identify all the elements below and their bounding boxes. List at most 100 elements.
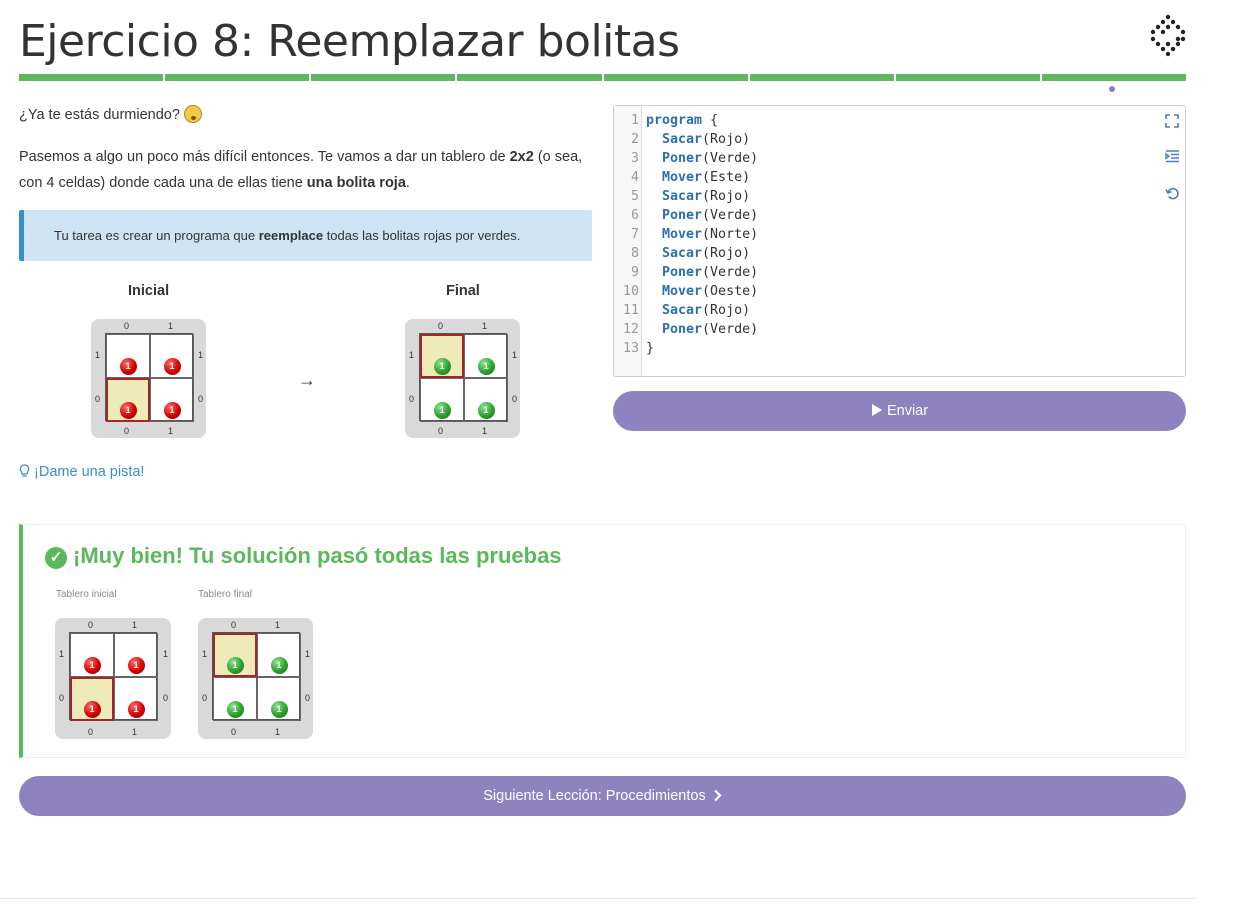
board-cell-head: 1 bbox=[212, 632, 257, 677]
hint-link[interactable]: ¡Dame una pista! bbox=[19, 464, 144, 480]
line-number: 5 bbox=[630, 189, 639, 204]
code-text[interactable]: program { bbox=[646, 111, 718, 130]
board-axis-label: 1 bbox=[409, 350, 415, 360]
board-axis-label: 1 bbox=[168, 426, 174, 436]
board-axis-label: 0 bbox=[88, 620, 94, 630]
board-grid: 1 1 1 1 bbox=[105, 333, 194, 422]
green-ball: 1 bbox=[477, 401, 495, 419]
code-text[interactable]: Sacar(Rojo) bbox=[646, 187, 750, 206]
final-board-label: Final bbox=[446, 283, 480, 299]
board-axis-label: 0 bbox=[88, 727, 94, 737]
code-args: (Verde) bbox=[702, 208, 759, 223]
code-text[interactable]: Mover(Oeste) bbox=[646, 282, 758, 301]
intro-text: ¿Ya te estás durmiendo? bbox=[19, 102, 202, 128]
code-args: (Verde) bbox=[702, 322, 759, 337]
code-line[interactable]: 8 Sacar(Rojo) bbox=[614, 244, 750, 263]
code-text[interactable]: Mover(Este) bbox=[646, 168, 750, 187]
code-text[interactable]: Sacar(Rojo) bbox=[646, 244, 750, 263]
code-line[interactable]: 9 Poner(Verde) bbox=[614, 263, 758, 282]
code-args: (Este) bbox=[702, 170, 751, 185]
check-circle-icon: ✓ bbox=[45, 547, 67, 569]
board-axis-label: 1 bbox=[275, 727, 281, 737]
code-line[interactable]: 11 Sacar(Rojo) bbox=[614, 301, 750, 320]
red-ball: 1 bbox=[119, 357, 137, 375]
code-text[interactable]: Poner(Verde) bbox=[646, 320, 758, 339]
fullscreen-icon[interactable] bbox=[1163, 114, 1181, 132]
code-line[interactable]: 13} bbox=[614, 339, 654, 358]
indent-icon[interactable] bbox=[1163, 150, 1181, 168]
code-args: (Oeste) bbox=[702, 284, 759, 299]
progress-segment[interactable] bbox=[311, 74, 456, 81]
line-number: 8 bbox=[630, 246, 639, 261]
code-line[interactable]: 4 Mover(Este) bbox=[614, 168, 750, 187]
code-keyword: Mover bbox=[646, 284, 703, 299]
line-number: 7 bbox=[630, 227, 639, 242]
code-line[interactable]: 1 program { bbox=[614, 111, 718, 130]
board-grid: 1 1 1 1 bbox=[419, 333, 508, 422]
board-axis-label: 1 bbox=[482, 321, 488, 331]
send-button[interactable]: Enviar bbox=[613, 391, 1186, 431]
code-text[interactable]: Sacar(Rojo) bbox=[646, 301, 750, 320]
code-line[interactable]: 10 Mover(Oeste) bbox=[614, 282, 758, 301]
progress-segment[interactable] bbox=[603, 74, 748, 81]
board-axis-label: 0 bbox=[512, 394, 518, 404]
board-axis-label: 0 bbox=[202, 693, 208, 703]
progress-segment[interactable] bbox=[1041, 74, 1186, 81]
result-initial-board: 1 1 1 1 0 1 0 1 1 0 1 0 bbox=[55, 618, 171, 739]
line-number: 1 bbox=[630, 113, 639, 128]
progress-segment[interactable] bbox=[165, 74, 310, 81]
progress-segment[interactable] bbox=[19, 74, 164, 81]
code-args: (Norte) bbox=[702, 227, 759, 242]
code-text[interactable]: Poner(Verde) bbox=[646, 206, 758, 225]
board-axis-label: 1 bbox=[202, 649, 208, 659]
code-line[interactable]: 6 Poner(Verde) bbox=[614, 206, 758, 225]
code-line[interactable]: 3 Poner(Verde) bbox=[614, 149, 758, 168]
code-text[interactable]: Sacar(Rojo) bbox=[646, 130, 750, 149]
progress-segment[interactable] bbox=[895, 74, 1040, 81]
code-text[interactable]: Poner(Verde) bbox=[646, 263, 758, 282]
play-icon bbox=[871, 404, 882, 416]
code-line[interactable]: 5 Sacar(Rojo) bbox=[614, 187, 750, 206]
code-text[interactable]: Poner(Verde) bbox=[646, 149, 758, 168]
code-editor[interactable]: 1 program {2 Sacar(Rojo) 3 Poner(Verde) 4 M… bbox=[613, 105, 1186, 377]
code-keyword: } bbox=[646, 341, 655, 356]
board-axis-label: 1 bbox=[198, 350, 204, 360]
line-number: 9 bbox=[630, 265, 639, 280]
code-line[interactable]: 2 Sacar(Rojo) bbox=[614, 130, 750, 149]
code-keyword: Poner bbox=[646, 265, 703, 280]
board-axis-label: 1 bbox=[305, 649, 311, 659]
board-axis-label: 1 bbox=[482, 426, 488, 436]
code-text[interactable]: Mover(Norte) bbox=[646, 225, 758, 244]
code-args: (Rojo) bbox=[702, 246, 751, 261]
reset-icon[interactable] bbox=[1163, 186, 1181, 204]
page-title: Ejercicio 8: Reemplazar bolitas bbox=[19, 16, 680, 67]
board-axis-label: 0 bbox=[231, 620, 237, 630]
code-text[interactable]: } bbox=[646, 339, 654, 358]
exercise-progress-bar[interactable] bbox=[19, 74, 1186, 81]
board-grid: 1 1 1 1 bbox=[212, 632, 301, 721]
progress-segment[interactable] bbox=[749, 74, 894, 81]
line-number: 4 bbox=[630, 170, 639, 185]
description-paragraph: Pasemos a algo un poco más difícil enton… bbox=[19, 149, 583, 191]
red-ball: 1 bbox=[119, 401, 137, 419]
board-axis-label: 0 bbox=[438, 321, 444, 331]
board-axis-label: 0 bbox=[409, 394, 415, 404]
code-line[interactable]: 12 Poner(Verde) bbox=[614, 320, 758, 339]
board-cell: 1 bbox=[113, 632, 158, 677]
task-callout: Tu tarea es crear un programa que reempl… bbox=[19, 210, 592, 261]
line-number: 13 bbox=[622, 341, 639, 356]
line-number: 2 bbox=[630, 132, 639, 147]
line-number: 12 bbox=[622, 322, 639, 337]
next-lesson-button[interactable]: Siguiente Lección: Procedimientos bbox=[19, 776, 1186, 816]
board-cell: 1 bbox=[212, 676, 257, 721]
chevron-right-icon bbox=[713, 789, 722, 802]
code-keyword: program bbox=[646, 113, 703, 128]
code-line[interactable]: 7 Mover(Norte) bbox=[614, 225, 758, 244]
board-cell: 1 bbox=[256, 676, 301, 721]
code-args: (Verde) bbox=[702, 265, 759, 280]
board-axis-label: 1 bbox=[59, 649, 65, 659]
progress-segment[interactable] bbox=[457, 74, 602, 81]
red-ball: 1 bbox=[163, 357, 181, 375]
board-axis-label: 1 bbox=[163, 649, 169, 659]
board-cell: 1 bbox=[69, 632, 114, 677]
